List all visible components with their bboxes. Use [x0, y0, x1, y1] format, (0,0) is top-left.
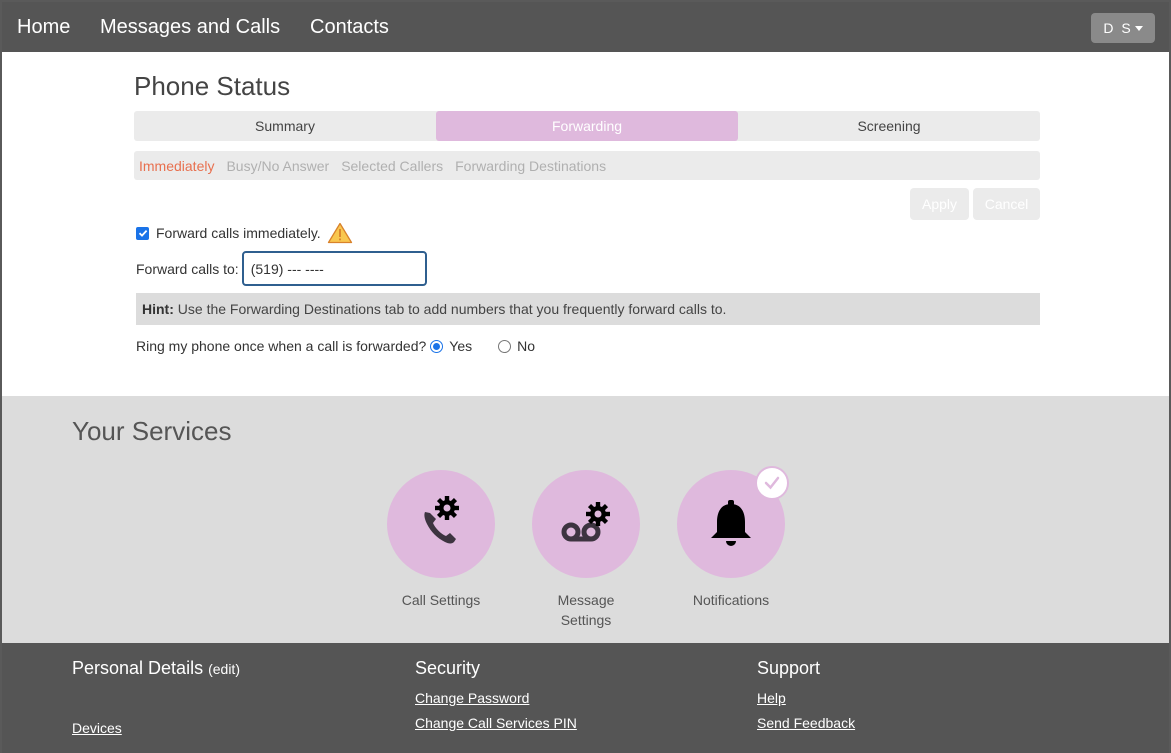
- call-settings-label: Call Settings: [401, 592, 481, 608]
- caret-down-icon: [1134, 25, 1143, 31]
- user-menu-button[interactable]: D S: [1091, 13, 1155, 43]
- nav-home[interactable]: Home: [17, 16, 70, 39]
- tab-forwarding[interactable]: Forwarding: [436, 111, 738, 141]
- hint-text: Use the Forwarding Destinations tab to a…: [173, 301, 727, 317]
- send-feedback-link[interactable]: Send Feedback: [757, 715, 855, 731]
- change-password-link[interactable]: Change Password: [415, 690, 529, 706]
- page-title: Phone Status: [134, 71, 291, 101]
- subtab-selected-callers[interactable]: Selected Callers: [341, 158, 443, 174]
- voicemail-gear-icon: [561, 502, 610, 542]
- security-heading: Security: [415, 658, 481, 678]
- ring-yes-label: Yes: [449, 338, 473, 354]
- cancel-button[interactable]: Cancel: [973, 188, 1040, 220]
- ring-no-radio[interactable]: [498, 339, 512, 353]
- subtab-busy-no-answer[interactable]: Busy/No Answer: [226, 158, 329, 174]
- warning-icon: [327, 222, 352, 244]
- personal-details-title: Personal Details: [72, 658, 204, 678]
- services-title: Your Services: [72, 416, 232, 446]
- tab-screening[interactable]: Screening: [738, 111, 1040, 141]
- ring-once-row: Ring my phone once when a call is forwar…: [136, 338, 535, 354]
- phone-gear-icon: [424, 496, 459, 544]
- ring-yes-radio[interactable]: [430, 339, 444, 353]
- bell-icon: [711, 500, 751, 546]
- ring-no-label: No: [517, 338, 536, 354]
- service-message-settings[interactable]: Message Settings: [521, 470, 651, 630]
- message-settings-label: Message Settings: [557, 592, 615, 628]
- subtab-immediately[interactable]: Immediately: [139, 158, 214, 174]
- call-settings-circle: [387, 470, 495, 578]
- change-pin-link[interactable]: Change Call Services PIN: [415, 715, 577, 731]
- checkmark-icon: [138, 229, 147, 237]
- enabled-check-badge: [755, 466, 789, 500]
- service-call-settings[interactable]: Call Settings: [376, 470, 506, 610]
- personal-details-heading: Personal Details (edit): [72, 658, 240, 678]
- forward-immediately-row: Forward calls immediately.: [136, 222, 353, 244]
- support-heading: Support: [757, 658, 821, 678]
- top-nav: Home Messages and Calls Contacts D S: [2, 0, 1169, 52]
- hint-box: Hint: Use the Forwarding Destinations ta…: [136, 293, 1040, 325]
- services-section: Your Services Call Settings Message Sett…: [2, 396, 1169, 643]
- user-initials: D S: [1103, 20, 1133, 36]
- devices-link[interactable]: Devices: [72, 720, 122, 736]
- forward-to-row: Forward calls to:: [136, 251, 427, 286]
- message-settings-circle: [532, 470, 640, 578]
- forwarding-subtabs: Immediately Busy/No Answer Selected Call…: [134, 151, 1040, 180]
- forward-to-input[interactable]: [241, 251, 427, 286]
- check-icon: [764, 476, 780, 490]
- service-notifications[interactable]: Notifications: [666, 466, 796, 610]
- tab-summary[interactable]: Summary: [134, 111, 436, 141]
- forward-immediately-label: Forward calls immediately.: [156, 225, 321, 241]
- nav-contacts[interactable]: Contacts: [310, 16, 389, 39]
- subtab-forwarding-destinations[interactable]: Forwarding Destinations: [455, 158, 606, 174]
- apply-button[interactable]: Apply: [910, 188, 969, 220]
- app-frame: Home Messages and Calls Contacts D S Pho…: [0, 0, 1171, 753]
- forward-immediately-checkbox[interactable]: [136, 226, 149, 240]
- forward-to-label: Forward calls to:: [136, 260, 239, 277]
- notifications-label: Notifications: [692, 592, 770, 608]
- edit-personal-details-link[interactable]: edit: [213, 661, 236, 677]
- hint-label: Hint:: [142, 301, 174, 317]
- footer: Personal Details (edit) Devices Security…: [2, 643, 1169, 753]
- ring-once-question: Ring my phone once when a call is forwar…: [136, 338, 427, 354]
- notifications-circle: [677, 466, 789, 578]
- status-tabs: Summary Forwarding Screening: [134, 111, 1040, 141]
- help-link[interactable]: Help: [757, 690, 786, 706]
- nav-messages-and-calls[interactable]: Messages and Calls: [100, 16, 280, 39]
